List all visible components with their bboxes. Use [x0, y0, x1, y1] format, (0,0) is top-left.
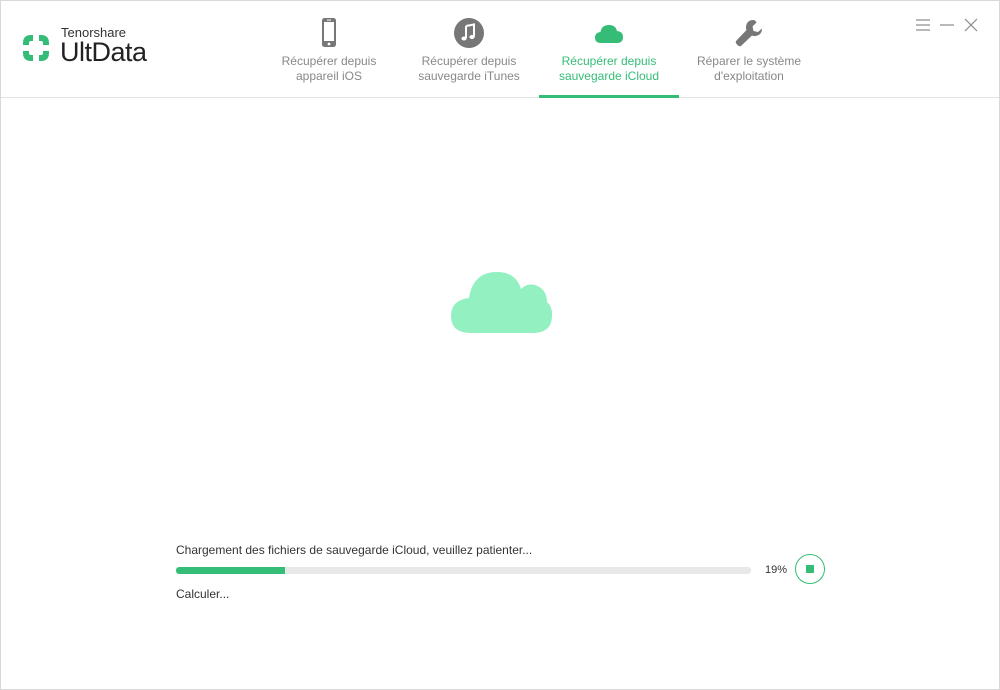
stop-icon	[806, 565, 814, 573]
close-icon[interactable]	[963, 17, 979, 33]
calculating-status-text: Calculer...	[176, 587, 230, 601]
progress-bar	[176, 567, 751, 574]
tab-label: Récupérer depuis appareil iOS	[281, 54, 377, 83]
tab-label: Réparer le système d'exploitation	[696, 54, 802, 83]
header: Tenorshare UltData Récupérer depuis appa…	[1, 1, 999, 98]
phone-icon	[322, 18, 336, 47]
window-controls	[915, 17, 985, 33]
app-logo: Tenorshare UltData	[19, 23, 159, 73]
wrench-icon	[735, 20, 762, 47]
music-note-icon	[454, 18, 484, 48]
active-tab-indicator	[539, 95, 679, 98]
cloud-icon	[451, 272, 553, 333]
menu-icon[interactable]	[915, 17, 931, 33]
tab-recover-ios-device[interactable]: Récupérer depuis appareil iOS	[259, 1, 399, 97]
tab-label: Récupérer depuis sauvegarde iTunes	[418, 54, 520, 83]
progress-percent: 19%	[765, 564, 788, 576]
ultdata-logo-icon	[23, 35, 49, 61]
loading-status-text: Chargement des fichiers de sauvegarde iC…	[176, 543, 533, 557]
tab-recover-icloud-backup[interactable]: Récupérer depuis sauvegarde iCloud	[539, 1, 679, 98]
app-window: Tenorshare UltData Récupérer depuis appa…	[0, 0, 1000, 690]
brand-product: UltData	[60, 37, 147, 67]
tab-recover-itunes-backup[interactable]: Récupérer depuis sauvegarde iTunes	[399, 1, 539, 97]
tab-label: Récupérer depuis sauvegarde iCloud	[558, 54, 660, 83]
cloud-icon	[595, 25, 623, 43]
progress-bar-fill	[176, 567, 286, 574]
tab-repair-os[interactable]: Réparer le système d'exploitation	[679, 1, 819, 97]
minimize-icon[interactable]	[939, 17, 955, 33]
stop-button[interactable]	[795, 554, 825, 584]
